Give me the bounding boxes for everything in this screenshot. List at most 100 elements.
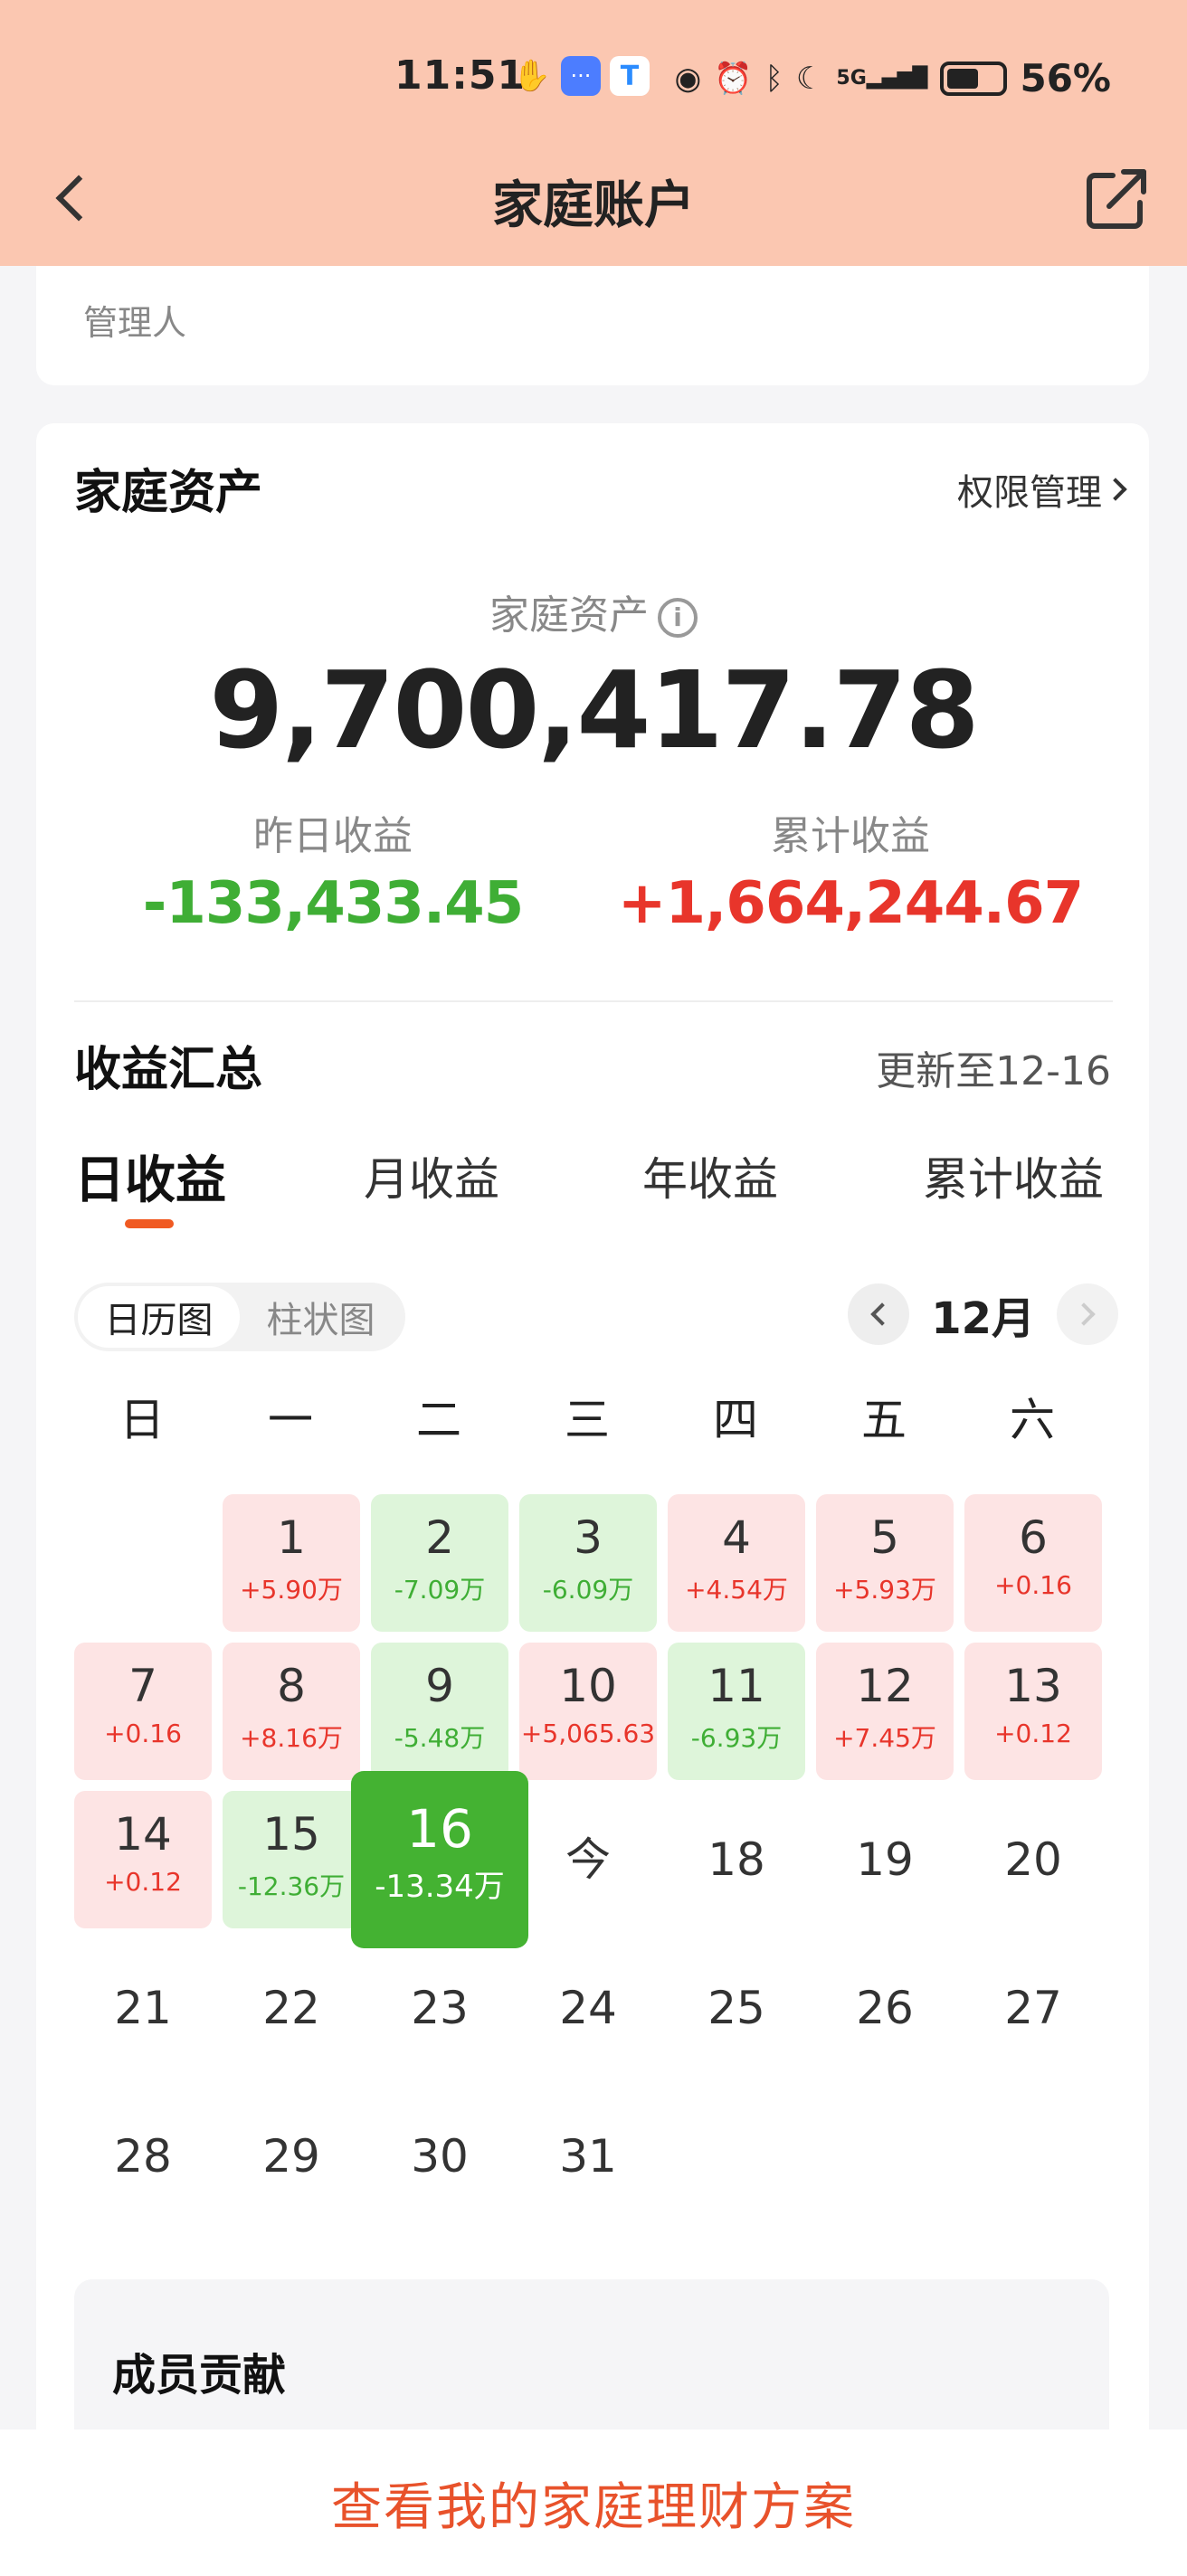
calendar-day-earning: -5.48万 — [394, 1723, 486, 1753]
calendar-day[interactable]: 27 — [964, 1939, 1102, 2077]
update-time: 更新至12-16 — [876, 1048, 1111, 1094]
calendar-day-number: 11 — [707, 1660, 765, 1712]
calendar-day-earning: +5.90万 — [240, 1575, 343, 1605]
calendar-day[interactable]: 7 +0.16 — [74, 1643, 212, 1780]
calendar-view-button[interactable]: 日历图 — [78, 1286, 240, 1348]
calendar-day[interactable]: 10 +5,065.63 — [519, 1643, 657, 1780]
calendar-day[interactable]: 9 -5.48万 — [371, 1643, 508, 1780]
calendar-day[interactable]: 21 — [74, 1939, 212, 2077]
calendar-day[interactable]: 1 +5.90万 — [223, 1494, 360, 1632]
calendar-day[interactable]: 30 — [371, 2088, 508, 2225]
prev-month-button[interactable] — [848, 1283, 910, 1345]
calendar-day[interactable]: 12 +7.45万 — [816, 1643, 954, 1780]
calendar-day[interactable]: 3 -6.09万 — [519, 1494, 657, 1632]
calendar-day[interactable]: 14 +0.12 — [74, 1791, 212, 1928]
calendar-day[interactable]: 6 +0.16 — [964, 1494, 1102, 1632]
calendar-day-earning: +7.45万 — [833, 1723, 936, 1753]
message-app-icon: ··· — [561, 56, 601, 96]
calendar-day[interactable]: 24 — [519, 1939, 657, 2077]
nav-bar: 家庭账户 — [0, 154, 1187, 244]
hand-icon: ✋ — [512, 58, 552, 94]
calendar-day-number: 29 — [262, 2130, 320, 2183]
calendar-day[interactable]: 4 +4.54万 — [668, 1494, 805, 1632]
calendar-day-number: 26 — [856, 1982, 914, 2034]
calendar-day-earning: +8.16万 — [240, 1723, 343, 1753]
moon-icon: ☾ — [795, 60, 824, 97]
calendar-day[interactable]: 29 — [223, 2088, 360, 2225]
yesterday-value: -133,433.45 — [142, 870, 524, 937]
signal-icon: 5G▂▄▆█ — [836, 67, 928, 90]
bottom-bar: 查看我的家庭理财方案 — [0, 2429, 1187, 2576]
calendar-day[interactable]: 13 +0.12 — [964, 1643, 1102, 1780]
weekday-tue: 二 — [416, 1394, 461, 1446]
manager-label: 管理人 — [83, 303, 187, 343]
calendar-day[interactable]: 26 — [816, 1939, 954, 2077]
calendar-day-number: 13 — [1004, 1660, 1062, 1712]
tab-monthly[interactable]: 月收益 — [364, 1143, 499, 1208]
bluetooth-icon: ᛒ — [764, 60, 783, 97]
calendar-day[interactable]: 19 — [816, 1791, 954, 1928]
calendar-day[interactable]: 23 — [371, 1939, 508, 2077]
weekday-sun: 日 — [119, 1394, 165, 1446]
yesterday-label: 昨日收益 — [253, 813, 413, 859]
calendar-day-earning: -6.09万 — [542, 1575, 634, 1605]
calendar-day[interactable]: 18 — [668, 1791, 805, 1928]
tab-daily[interactable]: 日收益 — [74, 1140, 226, 1213]
calendar-day-number: 18 — [707, 1833, 765, 1886]
tab-cumulative[interactable]: 累计收益 — [923, 1143, 1104, 1208]
bar-view-button[interactable]: 柱状图 — [240, 1286, 402, 1348]
header: 11:51 ✋ ··· T ◉ ⏰ ᛒ ☾ 5G▂▄▆█ 56% 家庭账户 — [0, 0, 1187, 266]
calendar-day-number: 19 — [856, 1833, 914, 1886]
view-plan-button[interactable]: 查看我的家庭理财方案 — [331, 2467, 856, 2540]
total-value: +1,664,244.67 — [617, 870, 1084, 937]
calendar-day-earning: -7.09万 — [394, 1575, 486, 1605]
calendar-day[interactable]: 15 -12.36万 — [223, 1791, 360, 1928]
calendar-day[interactable]: 11 -6.93万 — [668, 1643, 805, 1780]
calendar-day[interactable]: 31 — [519, 2088, 657, 2225]
earnings-tabs: 日收益 月收益 年收益 累计收益 — [74, 1140, 1113, 1230]
calendar-day-number: 21 — [114, 1982, 172, 2034]
notification-icons: ✋ ··· T — [512, 56, 650, 96]
chevron-right-icon — [1104, 478, 1127, 501]
calendar-day-earning: +0.12 — [104, 1867, 182, 1897]
calendar-day[interactable]: 28 — [74, 2088, 212, 2225]
asset-value: 9,700,417.78 — [209, 648, 979, 772]
tab-yearly[interactable]: 年收益 — [642, 1143, 778, 1208]
calendar-day-number: 20 — [1004, 1833, 1062, 1886]
info-icon[interactable]: i — [658, 598, 698, 638]
status-time: 11:51 — [394, 52, 527, 99]
month-nav: 12月 — [848, 1283, 1118, 1346]
system-status: ◉ ⏰ ᛒ ☾ 5G▂▄▆█ 56% — [675, 56, 1112, 100]
calendar-day-number: 23 — [411, 1982, 469, 2034]
calendar-day[interactable]: 25 — [668, 1939, 805, 2077]
weekday-wed: 三 — [565, 1394, 610, 1446]
battery-percent: 56% — [1020, 56, 1111, 100]
calendar-day[interactable]: 20 — [964, 1791, 1102, 1928]
calendar-day-number: 15 — [262, 1808, 320, 1861]
calendar-day-number: 9 — [425, 1660, 454, 1712]
asset-label-row: 家庭资产 i — [0, 582, 1187, 640]
next-month-button[interactable] — [1057, 1283, 1118, 1345]
calendar-day[interactable]: 22 — [223, 1939, 360, 2077]
calendar-day[interactable]: 16 -13.34万 — [351, 1771, 528, 1948]
eye-icon: ◉ — [674, 60, 702, 97]
calendar-day[interactable]: 8 +8.16万 — [223, 1643, 360, 1780]
calendar-day-number: 2 — [425, 1511, 454, 1564]
calendar-day-number: 1 — [277, 1511, 306, 1564]
calendar-day-earning: -13.34万 — [375, 1869, 505, 1905]
weekday-mon: 一 — [268, 1394, 313, 1446]
calendar-day[interactable]: 2 -7.09万 — [371, 1494, 508, 1632]
weekday-thu: 四 — [713, 1394, 758, 1446]
permission-link[interactable]: 权限管理 — [957, 463, 1127, 516]
calendar-day-earning: +5.93万 — [833, 1575, 936, 1605]
calendar-day[interactable]: 5 +5.93万 — [816, 1494, 954, 1632]
asset-label: 家庭资产 — [489, 592, 649, 639]
calendar-day[interactable]: 今 — [519, 1791, 657, 1928]
chevron-right-icon — [1072, 1302, 1096, 1326]
share-button[interactable] — [1082, 161, 1154, 233]
calendar-day-number: 7 — [128, 1660, 157, 1712]
calendar-day-earning: -12.36万 — [237, 1871, 346, 1901]
calendar-day-earning: +0.12 — [994, 1719, 1072, 1748]
calendar-day-earning: -6.93万 — [690, 1723, 783, 1753]
calendar-day-number: 4 — [722, 1511, 751, 1564]
